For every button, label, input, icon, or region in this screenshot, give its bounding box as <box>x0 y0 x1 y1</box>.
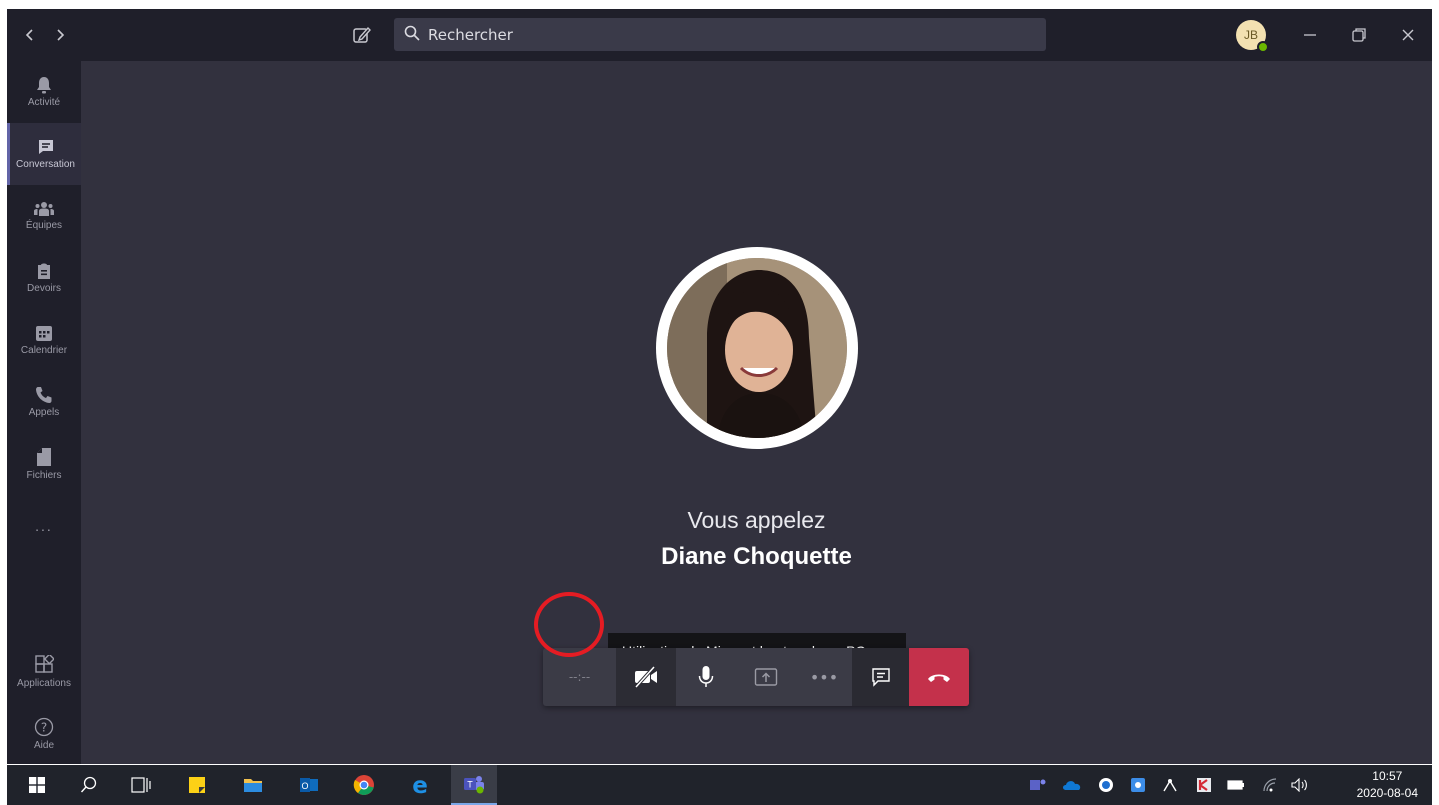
svg-text:O: O <box>301 781 308 791</box>
camera-off-icon <box>634 666 657 688</box>
rail-label: Fichiers <box>26 470 62 481</box>
rail-label: Équipes <box>25 220 63 231</box>
more-icon: ••• <box>809 667 839 687</box>
clock-time: 10:57 <box>1372 769 1403 783</box>
rail-item-help[interactable]: ? Aide <box>7 703 81 764</box>
more-actions-button[interactable]: ••• <box>796 648 852 706</box>
rail-label: Aide <box>33 740 54 751</box>
search-placeholder: Rechercher <box>428 25 513 44</box>
file-explorer-icon[interactable] <box>241 765 265 805</box>
call-timer: --:-- <box>568 670 591 684</box>
search-icon <box>404 25 420 45</box>
avatar-initials: JB <box>1243 28 1258 42</box>
teams-tray-icon[interactable] <box>1027 765 1049 805</box>
wifi-icon[interactable] <box>1259 765 1281 805</box>
chat-icon <box>38 140 53 154</box>
clock-date: 2020-08-04 <box>1356 786 1418 800</box>
call-controls: --:-- ••• <box>543 648 969 706</box>
rail-label: Appels <box>28 407 60 418</box>
microphone-button[interactable] <box>676 648 736 706</box>
hang-up-button[interactable] <box>909 648 969 706</box>
rail-label: Activité <box>27 97 61 108</box>
minimize-icon[interactable] <box>1297 22 1323 48</box>
sticky-notes-icon[interactable] <box>185 765 209 805</box>
rail-label: Conversation <box>16 159 75 170</box>
rail-item-more[interactable]: ... <box>7 495 81 557</box>
restore-icon[interactable] <box>1346 22 1372 48</box>
hang-up-icon <box>928 674 950 682</box>
microphone-icon <box>698 666 714 687</box>
title-bar: Rechercher JB <box>7 9 1432 61</box>
chrome-icon[interactable] <box>351 765 377 805</box>
battery-icon[interactable] <box>1225 765 1247 805</box>
svg-text:e: e <box>412 774 428 796</box>
antivirus-icon[interactable] <box>1193 765 1215 805</box>
tray-tool-icon[interactable] <box>1127 765 1149 805</box>
rail-label: Applications <box>17 678 71 689</box>
close-icon[interactable] <box>1395 22 1421 48</box>
highlight-circle-annotation <box>534 592 604 657</box>
callee-photo <box>667 258 847 438</box>
svg-text:T: T <box>467 780 473 790</box>
windows-start-icon[interactable] <box>25 765 49 805</box>
presence-available-icon <box>1257 41 1269 53</box>
call-stage: Vous appelez Diane Choquette Utilisation… <box>81 61 1432 764</box>
onedrive-icon[interactable] <box>1061 765 1083 805</box>
teams-window: Rechercher JB Activité Conversation Équi… <box>7 9 1432 764</box>
back-icon[interactable] <box>17 22 43 48</box>
new-chat-compose-icon[interactable] <box>349 22 375 48</box>
app-bar: Activité Conversation Équipes Devoirs Ca… <box>7 61 81 764</box>
show-conversation-button[interactable] <box>852 648 909 706</box>
search-input[interactable]: Rechercher <box>394 18 1046 51</box>
callee-name: Diane Choquette <box>661 543 852 570</box>
assignments-icon <box>38 263 50 279</box>
outlook-icon[interactable]: O <box>297 765 321 805</box>
rail-item-activity[interactable]: Activité <box>7 61 81 123</box>
teams-taskbar-icon[interactable]: T <box>451 765 497 805</box>
rail-item-calls[interactable]: Appels <box>7 371 81 433</box>
call-status: Vous appelez <box>687 507 826 533</box>
rail-label: Calendrier <box>20 345 68 356</box>
rail-item-apps[interactable]: Applications <box>7 641 81 703</box>
taskbar-search-icon[interactable] <box>77 765 101 805</box>
camera-toggle-button[interactable] <box>616 648 676 706</box>
callee-avatar <box>656 247 858 449</box>
rail-item-conversation[interactable]: Conversation <box>7 123 81 185</box>
phone-icon <box>36 387 52 403</box>
share-screen-icon <box>754 668 778 686</box>
calendar-icon <box>36 326 52 341</box>
chat-icon <box>871 668 890 687</box>
apps-icon <box>35 655 54 673</box>
network-share-icon[interactable] <box>1159 765 1181 805</box>
rail-item-files[interactable]: Fichiers <box>7 433 81 495</box>
files-icon <box>37 448 51 466</box>
share-screen-button[interactable] <box>736 648 796 706</box>
task-view-icon[interactable] <box>129 765 153 805</box>
bell-icon <box>37 77 51 94</box>
rail-label: Devoirs <box>27 283 61 294</box>
rail-item-calendar[interactable]: Calendrier <box>7 309 81 371</box>
help-icon: ? <box>34 717 54 737</box>
edge-icon[interactable]: e <box>407 765 433 805</box>
rail-item-assignments[interactable]: Devoirs <box>7 247 81 309</box>
forward-icon[interactable] <box>47 22 73 48</box>
svg-text:?: ? <box>41 721 47 735</box>
system-clock[interactable]: 10:57 2020-08-04 <box>1357 768 1418 802</box>
tray-app-icon[interactable] <box>1095 765 1117 805</box>
teams-icon <box>34 202 54 216</box>
rail-item-teams[interactable]: Équipes <box>7 185 81 247</box>
windows-taskbar: O e T 10:57 2020-08-04 <box>7 765 1432 805</box>
user-avatar[interactable]: JB <box>1236 20 1269 53</box>
more-icon: ... <box>35 518 53 534</box>
volume-icon[interactable] <box>1289 765 1311 805</box>
